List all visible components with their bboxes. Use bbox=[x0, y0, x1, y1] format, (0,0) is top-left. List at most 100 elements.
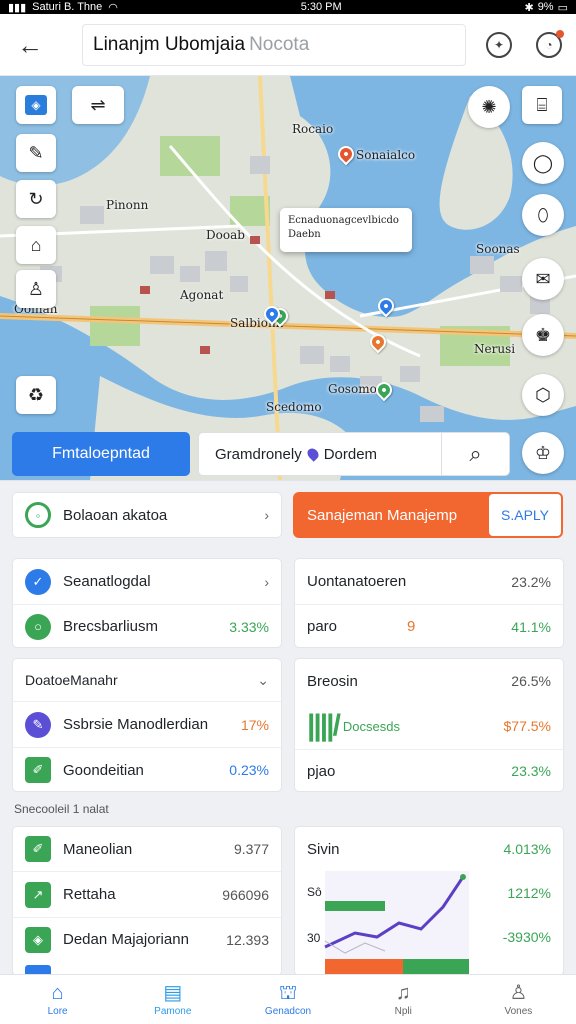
chef-hat-button[interactable]: ♔ bbox=[522, 432, 564, 474]
map-canvas bbox=[0, 76, 576, 480]
nav-label: Pamone bbox=[154, 1006, 192, 1017]
list-item[interactable]: ✎ Ssbrsie Manodlerdian 17% bbox=[13, 701, 281, 747]
row-label: paro bbox=[307, 618, 338, 635]
axis-label: Sô bbox=[307, 885, 322, 899]
row-label: pjao bbox=[307, 762, 336, 780]
orange-action-button[interactable]: Sanajeman Manajemp S.APLY bbox=[293, 492, 563, 538]
axis-label: 30 bbox=[307, 931, 321, 945]
action-row: Fmtaloepntad Gramdronely Dordem ⌕ ♔ bbox=[0, 432, 576, 476]
chart-title: Sivin bbox=[307, 840, 340, 858]
row-value: 23.3% bbox=[511, 763, 551, 779]
traffic-button[interactable]: ⇌ bbox=[72, 86, 124, 124]
apply-badge[interactable]: S.APLY bbox=[489, 494, 561, 536]
person-icon: ♙ bbox=[27, 278, 45, 299]
row-value: 3.33% bbox=[229, 618, 269, 635]
search-icon: ⌕ bbox=[469, 441, 482, 466]
map-label: Dooab bbox=[206, 228, 245, 242]
primary-action-button[interactable]: Fmtaloepntad bbox=[12, 432, 190, 476]
list-item[interactable]: Breosin 26.5% bbox=[295, 659, 563, 703]
list-item[interactable]: Uontanatoeren 23.2% bbox=[295, 559, 563, 604]
notification-icon[interactable]: ◔ bbox=[536, 30, 564, 58]
chart-header[interactable]: Sivin 4.013% bbox=[295, 827, 563, 871]
app-header: ← Linanjm Ubomjaia Nocota ✦ ◔ bbox=[0, 14, 576, 76]
layers-button[interactable]: ◈ bbox=[16, 86, 56, 124]
list-item[interactable]: ✐ Goondeitian 0.23% bbox=[13, 747, 281, 792]
location-value: Gramdronely bbox=[215, 445, 302, 463]
popup-title: Ecnaduonagcevlbicdo bbox=[288, 215, 399, 226]
card-title: DoatoeManahr bbox=[25, 672, 118, 688]
nav-item-bank[interactable]: ⛫ Genadcon bbox=[230, 975, 345, 1024]
recycle-button[interactable]: ♻ bbox=[16, 376, 56, 414]
map-label: Rocaio bbox=[292, 122, 334, 136]
pin-icon bbox=[304, 446, 321, 462]
row-label: Goondeitian bbox=[63, 761, 144, 779]
section-label: Snecooleil 1 nalat bbox=[14, 802, 109, 816]
bluetooth-icon: ✱ bbox=[524, 1, 534, 14]
nav-item-calendar[interactable]: ▤ Pamone bbox=[115, 975, 230, 1024]
edit-icon: ✐ bbox=[25, 757, 51, 783]
nav-item-profile[interactable]: ♙ Vones bbox=[461, 975, 576, 1024]
left-top-card[interactable]: ◦ Bolaoan akatoa › bbox=[12, 492, 282, 538]
chart-header-value: 4.013% bbox=[503, 841, 551, 857]
stats-button[interactable]: ⌸ bbox=[522, 86, 562, 124]
nav-item-home[interactable]: ⌂ Lore bbox=[0, 975, 115, 1024]
row-value: 23.2% bbox=[511, 573, 551, 590]
row-label: Brecsbarliusm bbox=[63, 618, 159, 635]
map-label: Soonas bbox=[476, 242, 520, 256]
building-icon: ⌂ bbox=[30, 234, 42, 255]
map-info-popup[interactable]: Ecnaduonagcevlbicdo Daebn bbox=[280, 208, 412, 252]
compass-button[interactable]: ⬯ bbox=[522, 194, 564, 236]
chat-button[interactable]: ✉ bbox=[522, 258, 564, 300]
list-item[interactable]: ✓ Seanatlogdal › bbox=[13, 559, 281, 604]
card-header[interactable]: DoatoeManahr ⌄ bbox=[13, 659, 281, 701]
popup-subtitle: Daebn bbox=[288, 229, 321, 240]
refresh-icon: ↻ bbox=[28, 188, 44, 209]
shield-icon: ◈ bbox=[25, 926, 51, 953]
profile-icon: ♙ bbox=[509, 982, 528, 1004]
list-item[interactable]: ↗ Rettaha 966096 bbox=[13, 871, 281, 917]
map-label: Pinonn bbox=[106, 198, 149, 212]
list-item[interactable]: ||||/ Docsesds $77.5% bbox=[295, 703, 563, 749]
list-item[interactable]: paro 9 41.1% bbox=[295, 604, 563, 648]
profile-icon: ♚ bbox=[534, 324, 552, 345]
profile-button[interactable]: ♚ bbox=[522, 314, 564, 356]
map-view[interactable]: Rocaio Sonaialco Pinonn Dooab Soonas Ago… bbox=[0, 76, 576, 480]
person-button[interactable]: ♙ bbox=[16, 270, 56, 308]
left-card-3: ✐ Maneolian 9.377 ↗ Rettaha 966096 ◈ Ded… bbox=[12, 826, 282, 976]
building-button[interactable]: ⌂ bbox=[16, 226, 56, 264]
bookmark-button[interactable]: ✎ bbox=[16, 134, 56, 172]
carrier-text: Saturi B. Thne bbox=[32, 1, 103, 13]
list-item[interactable]: ○ Brecsbarliusm 3.33% bbox=[13, 604, 281, 648]
row-label: Docsesds bbox=[342, 718, 400, 734]
search-input[interactable]: Linanjm Ubomjaia Nocota bbox=[82, 24, 466, 66]
battery-icon: ▭ bbox=[557, 1, 568, 14]
nav-item-alerts[interactable]: ♫ Npli bbox=[346, 975, 461, 1024]
chat-icon: ✉ bbox=[535, 268, 551, 289]
list-item[interactable]: ✐ Maneolian 9.377 bbox=[13, 827, 281, 871]
list-item[interactable]: ◈ Dedan Majajoriann 12.393 bbox=[13, 917, 281, 961]
check-icon: ✓ bbox=[25, 568, 51, 595]
list-item[interactable]: pjao 23.3% bbox=[295, 749, 563, 792]
bars-icon: ||||/ bbox=[307, 709, 341, 742]
row-value: 9.377 bbox=[233, 841, 269, 857]
search-button[interactable]: ⌕ bbox=[442, 432, 510, 476]
bell-icon: ♫ bbox=[395, 982, 411, 1004]
refresh-button[interactable]: ↻ bbox=[16, 180, 56, 218]
stats-icon: ⌸ bbox=[536, 94, 548, 115]
layers-icon: ◈ bbox=[25, 95, 47, 115]
row-middle-value: 9 bbox=[407, 618, 416, 635]
row-value: 0.23% bbox=[229, 762, 269, 778]
right-card-1: Uontanatoeren 23.2% paro 9 41.1% bbox=[294, 558, 564, 648]
location-button[interactable]: ◯ bbox=[522, 142, 564, 184]
buildings-button[interactable]: ✺ bbox=[468, 86, 510, 128]
list-item[interactable]: ◦ Bolaoan akatoa › bbox=[13, 493, 281, 537]
location-field[interactable]: Gramdronely Dordem bbox=[198, 432, 442, 476]
settings-icon[interactable]: ✦ bbox=[486, 32, 512, 58]
traffic-icon: ⇌ bbox=[90, 94, 106, 115]
bank-icon: ⛫ bbox=[278, 982, 298, 1004]
arrow-left-icon: ← bbox=[17, 29, 43, 60]
chevron-down-icon: ⌄ bbox=[257, 671, 269, 688]
hexagon-button[interactable]: ⬡ bbox=[522, 374, 564, 416]
back-button[interactable]: ← bbox=[14, 30, 46, 60]
recycle-icon: ♻ bbox=[27, 384, 45, 405]
